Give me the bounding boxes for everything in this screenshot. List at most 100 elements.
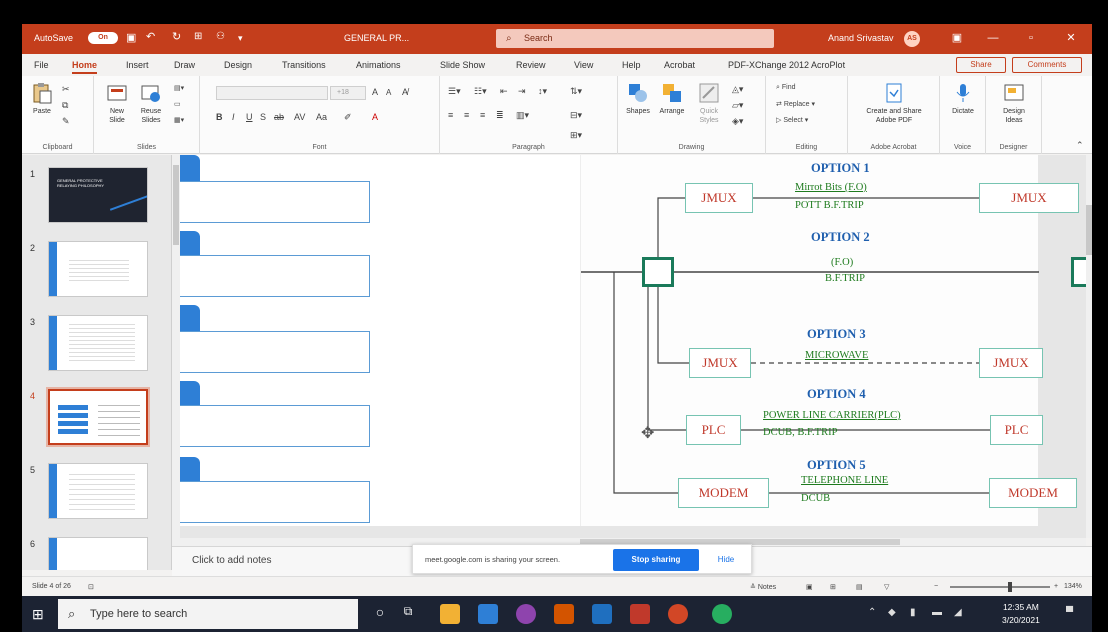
- section-icon[interactable]: ▦▾: [174, 116, 184, 124]
- dictate-button[interactable]: Dictate: [946, 82, 980, 116]
- taskbar-search[interactable]: ⌕ Type here to search: [58, 599, 358, 629]
- battery-icon[interactable]: ▮: [910, 607, 916, 618]
- document-title[interactable]: GENERAL PR...: [344, 33, 409, 43]
- communication-options-diagram[interactable]: OPTION 1 JMUX JMUX Mirrot Bits (F.O) POT…: [580, 155, 1086, 526]
- align-right-icon[interactable]: ≡: [480, 110, 485, 120]
- font-size-box[interactable]: +18: [330, 86, 366, 100]
- bullets-icon[interactable]: ☰▾: [448, 86, 461, 97]
- notifications-icon[interactable]: ▀: [1066, 607, 1073, 618]
- jmux-right-box[interactable]: JMUX: [979, 348, 1043, 378]
- shapes-button[interactable]: Shapes: [622, 82, 654, 116]
- shadow-icon[interactable]: S: [260, 112, 266, 122]
- redo-icon[interactable]: ↻: [172, 30, 181, 43]
- blue-outline-box[interactable]: [180, 405, 370, 447]
- network-icon[interactable]: ▬: [932, 607, 942, 618]
- cut-icon[interactable]: ✂: [62, 84, 70, 95]
- tab-file[interactable]: File: [34, 60, 49, 70]
- zoom-out-icon[interactable]: −: [934, 583, 938, 590]
- zoom-level[interactable]: 134%: [1064, 583, 1082, 590]
- font-name-box[interactable]: [216, 86, 328, 100]
- numbering-icon[interactable]: ☷▾: [474, 86, 487, 97]
- powerpoint-icon[interactable]: [668, 604, 688, 624]
- highlight-icon[interactable]: ✐: [344, 112, 352, 123]
- tray-app-icon[interactable]: ◆: [888, 607, 896, 618]
- jmux-left-box[interactable]: JMUX: [689, 348, 751, 378]
- tab-animations[interactable]: Animations: [356, 60, 401, 70]
- bold-icon[interactable]: B: [216, 112, 223, 122]
- undo-icon[interactable]: ↶: [146, 30, 155, 43]
- file-explorer-icon[interactable]: [440, 604, 460, 624]
- slide-thumbnail-6[interactable]: [48, 537, 148, 570]
- tab-view[interactable]: View: [574, 60, 593, 70]
- quick-styles-button[interactable]: Quick Styles: [692, 82, 726, 125]
- clear-format-icon[interactable]: A̸: [402, 87, 408, 97]
- slide-canvas[interactable]: OPTION 1 JMUX JMUX Mirrot Bits (F.O) POT…: [180, 155, 1086, 526]
- create-share-pdf-button[interactable]: Create and Share Adobe PDF: [856, 82, 932, 125]
- italic-icon[interactable]: I: [232, 112, 235, 122]
- arrange-button[interactable]: Arrange: [654, 82, 690, 116]
- outlook-icon[interactable]: [592, 604, 612, 624]
- tab-help[interactable]: Help: [622, 60, 641, 70]
- stop-sharing-button[interactable]: Stop sharing: [613, 549, 699, 571]
- blue-outline-box[interactable]: [180, 255, 370, 297]
- shape-effects-icon[interactable]: ◈▾: [732, 116, 743, 127]
- tab-insert[interactable]: Insert: [126, 60, 149, 70]
- vertical-scrollbar[interactable]: [1086, 155, 1092, 538]
- notes-pane[interactable]: Click to add notes meet.google.com is sh…: [172, 544, 1092, 576]
- decrease-indent-icon[interactable]: ⇤: [500, 86, 508, 97]
- reuse-slides-button[interactable]: Reuse Slides: [136, 82, 166, 125]
- modem-left-box[interactable]: MODEM: [678, 478, 769, 508]
- align-center-icon[interactable]: ≡: [464, 110, 469, 120]
- customize-qat-icon[interactable]: ▾: [238, 33, 243, 44]
- smartart-icon[interactable]: ⊞▾: [570, 130, 582, 141]
- format-painter-icon[interactable]: ✎: [62, 116, 70, 127]
- slide-thumbnail-1[interactable]: GENERAL PROTECTIVE RELAYING PHILOSOPHY: [48, 167, 148, 223]
- find-button[interactable]: ⌕ Find: [776, 84, 796, 92]
- blue-outline-box[interactable]: [180, 181, 370, 223]
- shrink-font-icon[interactable]: A: [386, 88, 391, 97]
- task-view-icon[interactable]: ⧉: [398, 604, 418, 624]
- shape-outline-icon[interactable]: ▱▾: [732, 100, 743, 111]
- collapse-ribbon-icon[interactable]: ⌃: [1076, 140, 1084, 151]
- new-slide-button[interactable]: New Slide: [102, 82, 132, 125]
- zoom-slider-thumb[interactable]: [1007, 582, 1012, 592]
- justify-icon[interactable]: ≣: [496, 110, 504, 121]
- thumbnail-scrollbar[interactable]: [172, 155, 180, 570]
- clock[interactable]: 12:35 AM 3/20/2021: [1002, 601, 1040, 627]
- scrollbar-thumb[interactable]: [173, 165, 179, 245]
- tab-draw[interactable]: Draw: [174, 60, 195, 70]
- zoom-in-icon[interactable]: +: [1054, 583, 1058, 590]
- layout-icon[interactable]: ▤▾: [174, 84, 184, 92]
- user-name[interactable]: Anand Srivastav: [828, 33, 894, 43]
- right-terminal-square[interactable]: [1071, 257, 1086, 287]
- app-icon[interactable]: [516, 604, 536, 624]
- blue-outline-box[interactable]: [180, 481, 370, 523]
- search-box[interactable]: ⌕ Search: [496, 29, 774, 48]
- tab-review[interactable]: Review: [516, 60, 546, 70]
- design-ideas-button[interactable]: Design Ideas: [994, 82, 1034, 125]
- mail-icon[interactable]: [478, 604, 498, 624]
- columns-icon[interactable]: ▥▾: [516, 110, 529, 121]
- slide-thumbnail-5[interactable]: [48, 463, 148, 519]
- plc-left-box[interactable]: PLC: [686, 415, 741, 445]
- close-icon[interactable]: ✕: [1058, 28, 1084, 48]
- underline-icon[interactable]: U: [246, 112, 253, 122]
- tab-slide-show[interactable]: Slide Show: [440, 60, 485, 70]
- left-terminal-square[interactable]: [642, 257, 674, 287]
- replace-button[interactable]: ⇄ Replace ▾: [776, 100, 815, 108]
- autosave-toggle[interactable]: On: [88, 32, 118, 44]
- accessibility-icon[interactable]: ⊡: [88, 583, 94, 591]
- tab-pdf-xchange[interactable]: PDF-XChange 2012 AcroPlot: [728, 60, 845, 70]
- spacing-icon[interactable]: AV: [294, 112, 305, 122]
- windows-start-icon[interactable]: ⊞: [32, 606, 48, 622]
- present-icon[interactable]: ⊞: [194, 31, 202, 42]
- modem-right-box[interactable]: MODEM: [989, 478, 1077, 508]
- touch-mode-icon[interactable]: ⚇: [216, 31, 225, 42]
- align-left-icon[interactable]: ≡: [448, 110, 453, 120]
- select-button[interactable]: ▷ Select ▾: [776, 116, 808, 124]
- slide-sorter-icon[interactable]: ⊞: [830, 583, 836, 591]
- app-icon[interactable]: [554, 604, 574, 624]
- normal-view-icon[interactable]: ▣: [806, 583, 813, 591]
- jmux-left-box[interactable]: JMUX: [685, 183, 753, 213]
- maximize-icon[interactable]: ▫: [1018, 28, 1044, 48]
